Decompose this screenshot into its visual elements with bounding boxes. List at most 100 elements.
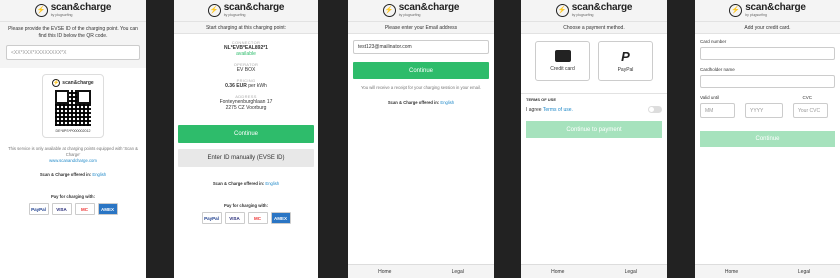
legal-link[interactable]: Legal [625,269,637,275]
amex-icon: AMEX [97,203,118,216]
paypal-icon: P [621,48,630,64]
visa-icon: VISA [224,212,245,225]
agree-label: I agree [526,106,542,113]
price-value: 0.36 EUR [225,83,247,89]
evse-id-input[interactable]: <XX*XXX*XXXXXXXX*X [6,45,140,60]
brand-sub: by plugsurfing [50,13,73,18]
status-badge: available [236,51,256,57]
instruction-text: Please provide the EVSE ID of the chargi… [8,26,138,39]
legal-link[interactable]: Legal [452,269,464,275]
offered-label: Scan & Charge offered in: [387,99,440,105]
offered-label: Scan & Charge offered in: [212,181,265,186]
payment-logos: PayPal VISA MC AMEX [174,212,318,225]
lightning-logo-icon: ⚡ [34,4,48,17]
home-link[interactable]: Home [551,269,564,275]
app-header: ⚡ scan&charge by plugsurfing [695,0,840,22]
screen-payment-method: ⚡ scan&charge by plugsurfing Choose a pay… [521,0,667,278]
operator-value: EV BOX [236,67,256,73]
page-subtitle: Please enter your Email address [348,22,494,34]
expiry-month-input[interactable]: MM [700,103,735,118]
pay-title: Pay for charging with: [51,193,95,199]
brand-name: scan&charge [571,2,633,14]
terms-link[interactable]: Terms of use. [543,107,573,113]
expiry-year-input[interactable]: YYYY [745,103,783,118]
continue-button[interactable]: Continue [353,62,489,79]
brand-sub: by plugsurfing [745,13,767,18]
price-unit: per kWh [248,83,267,89]
website-link[interactable]: www.scanandcharge.com [0,158,146,164]
qr-code-icon [55,90,91,126]
screen-charge-point: ⚡ scan&charge by plugsurfing Start chargi… [174,0,318,278]
continue-button[interactable]: Continue [700,131,835,147]
cvc-label: CVC [802,95,812,100]
app-header: ⚡ scan&charge by plugsurfing [348,0,494,22]
continue-to-payment-button[interactable]: Continue to payment [526,121,662,138]
credit-card-label: Credit card [550,66,575,72]
brand-name: scan&charge [745,2,806,14]
terms-section: TERMS OF USE I agree Terms of use. [521,93,667,116]
credit-card-option[interactable]: Credit card [535,41,590,81]
enter-id-manually-button[interactable]: Enter ID manually (EVSE ID) [178,149,314,167]
page-subtitle: Add your credit card. [695,22,840,34]
lightning-logo-icon: ⚡ [382,4,396,17]
offered-label: Scan & Charge offered in: [39,172,92,178]
cvc-input[interactable]: Your CVC [793,103,828,118]
lightning-logo-icon: ⚡ [555,4,569,17]
app-header: ⚡ scan&charge by plugsurfing [174,0,318,22]
footer-nav: Home Legal [695,264,840,278]
lightning-logo-icon: ⚡ [52,79,61,87]
paypal-icon: PayPal [28,203,49,216]
legal-link[interactable]: Legal [798,269,810,275]
mastercard-icon: MC [247,212,268,225]
brand-name: scan&charge [398,2,460,14]
language-link[interactable]: English [92,172,106,177]
screen-email: ⚡ scan&charge by plugsurfing Please enter… [348,0,494,278]
paypal-icon: PayPal [201,212,222,225]
scan-intro: Please provide the EVSE ID of the chargi… [0,22,146,68]
brand-sub: by plugsurfing [571,13,594,18]
brand-sub: by plugsurfing [223,13,246,18]
screen-scan: ⚡ scan&charge by plugsurfing Please provi… [0,0,146,278]
cardholder-label: Cardholder name [700,67,735,72]
language-link[interactable]: English [265,181,279,186]
pay-title: Pay for charging with: [224,202,268,208]
mastercard-icon: MC [74,203,95,216]
page-subtitle: Choose a payment method. [521,22,667,34]
lightning-logo-icon: ⚡ [207,4,221,17]
paypal-label: PayPal [617,66,634,73]
email-field[interactable]: test123@mailinator.com [353,40,489,54]
terms-title: TERMS OF USE [526,97,557,102]
card-number-label: Card number [700,39,727,44]
visa-icon: VISA [51,203,72,216]
brand-name: scan&charge [223,2,285,14]
paypal-option[interactable]: P PayPal [598,41,653,81]
qr-sticker: ⚡ scan&charge DE*8PS*P000002012 [42,74,104,138]
language-link[interactable]: English [440,100,454,105]
app-header: ⚡ scan&charge by plugsurfing [0,0,146,22]
sticker-brand: scan&charge [62,80,94,86]
home-link[interactable]: Home [378,269,391,275]
valid-until-label: Valid until [700,95,720,100]
home-link[interactable]: Home [725,269,738,275]
cardholder-input[interactable] [700,75,835,88]
amex-icon: AMEX [270,212,291,225]
card-form: Card number Cardholder name Valid until … [695,34,840,118]
screen-credit-card: ⚡ scan&charge by plugsurfing Add your cre… [695,0,840,278]
credit-card-icon [554,50,571,62]
brand-sub: by plugsurfing [398,13,421,18]
charge-point-details: CONNECTOR NL*EVB*EAL892*1 available OPER… [174,34,318,111]
continue-button[interactable]: Continue [178,125,314,143]
availability-note: This service is only available at chargi… [8,146,138,157]
app-header: ⚡ scan&charge by plugsurfing [521,0,667,22]
terms-toggle[interactable] [648,106,662,113]
sticker-id: DE*8PS*P000002012 [55,129,91,133]
address-line2: 2275 CZ Voorburg [225,105,267,111]
receipt-note: You will receive a receipt for your char… [361,85,481,90]
payment-logos: PayPal VISA MC AMEX [0,203,146,216]
card-number-input[interactable] [700,47,835,60]
payment-options: Credit card P PayPal [521,34,667,81]
brand-name: scan&charge [50,2,112,14]
footer-nav: Home Legal [521,264,667,278]
footer-nav: Home Legal [348,264,494,278]
lightning-logo-icon: ⚡ [729,4,743,17]
